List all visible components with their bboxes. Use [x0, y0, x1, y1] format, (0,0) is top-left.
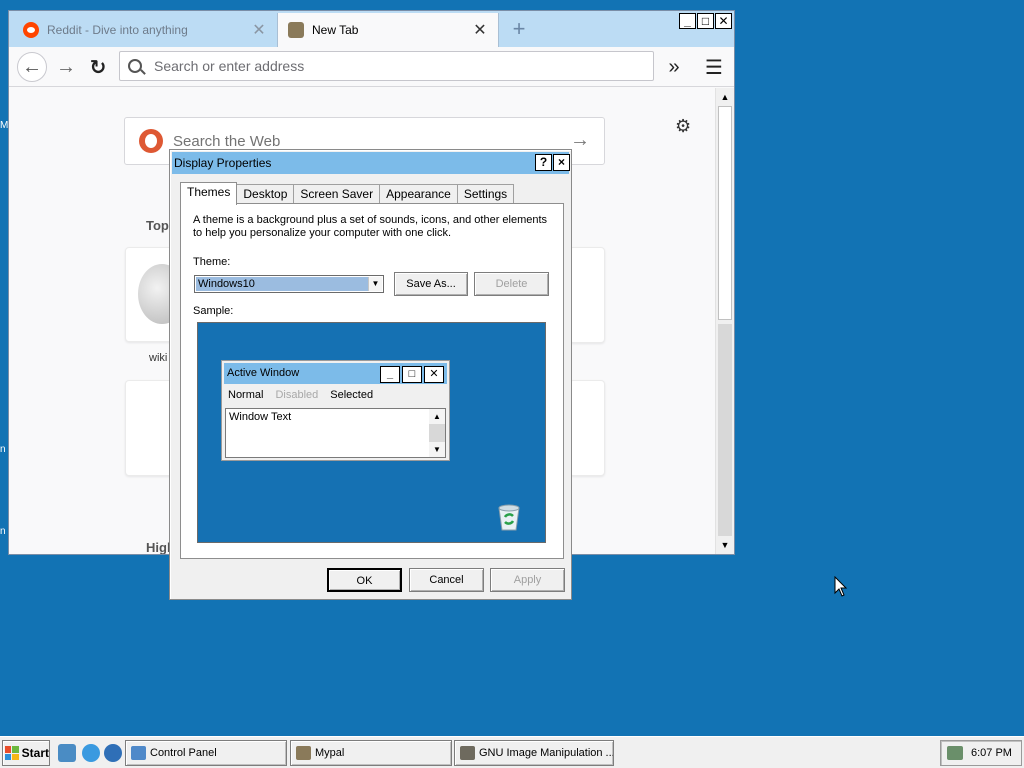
theme-sample-preview: Active Window _ □ ✕ Normal Disabled Sele…: [197, 322, 546, 543]
clock[interactable]: 6:07 PM: [971, 747, 1012, 759]
delete-button[interactable]: Delete: [474, 272, 549, 296]
navigation-bar: ← → ↻ Search or enter address » ☰: [9, 47, 734, 87]
close-icon[interactable]: ✕: [715, 13, 732, 29]
dialog-title: Display Properties: [174, 156, 272, 170]
scroll-thumb[interactable]: [718, 106, 732, 320]
newtab-icon: [288, 22, 304, 38]
window-controls: _ □ ✕: [678, 13, 732, 29]
reload-button[interactable]: ↻: [83, 52, 113, 82]
address-bar[interactable]: Search or enter address: [119, 51, 654, 81]
mypal-icon: [296, 746, 311, 760]
tab-new-tab[interactable]: New Tab ✕: [277, 13, 499, 47]
taskbar-item-gimp[interactable]: GNU Image Manipulation ...: [454, 740, 614, 766]
help-button[interactable]: ?: [535, 154, 552, 171]
show-desktop-icon[interactable]: [58, 744, 76, 762]
system-tray: 6:07 PM: [940, 740, 1022, 766]
desktop-icon-fragment: M: [0, 120, 9, 131]
scroll-down-icon: ▼: [429, 442, 445, 457]
minimize-icon[interactable]: _: [679, 13, 696, 29]
desktop-icon-fragment: n: [0, 444, 6, 455]
gear-icon[interactable]: ⚙: [675, 116, 691, 137]
tab-themes[interactable]: Themes: [180, 182, 238, 205]
dialog-title-bar[interactable]: Display Properties ? ×: [172, 152, 570, 174]
apply-button[interactable]: Apply: [490, 568, 565, 592]
save-as-button[interactable]: Save As...: [394, 272, 468, 296]
ok-button[interactable]: OK: [327, 568, 402, 592]
taskbar-item-mypal[interactable]: Mypal: [290, 740, 452, 766]
sample-window: Active Window _ □ ✕ Normal Disabled Sele…: [221, 360, 450, 461]
windows-logo-icon: [5, 746, 19, 760]
desktop-icon-fragment: n: [0, 526, 6, 537]
tab-label: Reddit - Dive into anything: [47, 23, 188, 37]
back-button[interactable]: ←: [17, 52, 47, 82]
task-label: Control Panel: [150, 747, 217, 759]
maximize-icon: □: [402, 366, 422, 383]
taskbar: Start Control Panel Mypal GNU Image Mani…: [0, 736, 1024, 768]
theme-select-value: Windows10: [196, 277, 368, 291]
close-button[interactable]: ×: [553, 154, 570, 171]
scroll-up-icon: ▲: [429, 409, 445, 424]
display-properties-dialog: Display Properties ? × Themes Desktop Sc…: [169, 149, 572, 600]
sample-menu-disabled: Disabled: [275, 389, 319, 401]
sample-label: Sample:: [193, 305, 234, 317]
sample-menu-bar: Normal Disabled Selected: [228, 389, 373, 401]
tab-strip: Reddit - Dive into anything ✕ New Tab ✕ …: [9, 11, 734, 47]
cancel-button[interactable]: Cancel: [409, 568, 484, 592]
top-site-tile[interactable]: [569, 380, 605, 476]
scroll-up-icon[interactable]: ▲: [718, 90, 732, 104]
start-button[interactable]: Start: [2, 740, 50, 766]
tab-label: New Tab: [312, 23, 359, 37]
sample-window-title-text: Active Window: [227, 367, 300, 379]
close-tab-icon[interactable]: ✕: [251, 20, 267, 40]
close-tab-icon[interactable]: ✕: [472, 20, 488, 40]
recycle-bin-icon: [496, 503, 522, 531]
theme-label: Theme:: [193, 256, 231, 268]
sample-window-text: Window Text: [229, 411, 292, 423]
sample-window-text-area: Window Text ▲ ▼: [225, 408, 446, 458]
gimp-icon: [460, 746, 475, 760]
scroll-track[interactable]: [718, 324, 732, 536]
start-label: Start: [21, 746, 49, 760]
top-sites-heading: Top: [146, 218, 169, 233]
minimize-icon: _: [380, 366, 400, 383]
address-placeholder: Search or enter address: [154, 58, 305, 74]
themes-panel: A theme is a background plus a set of so…: [180, 203, 564, 559]
internet-explorer-icon[interactable]: [82, 744, 100, 762]
taskbar-item-control-panel[interactable]: Control Panel: [125, 740, 287, 766]
tab-desktop[interactable]: Desktop: [236, 184, 295, 204]
search-icon: [128, 59, 142, 73]
tab-screen-saver[interactable]: Screen Saver: [293, 184, 381, 204]
scroll-down-icon[interactable]: ▼: [718, 538, 732, 552]
web-search-placeholder: Search the Web: [173, 132, 281, 150]
page-scrollbar[interactable]: ▲ ▼: [715, 88, 734, 554]
hamburger-menu-button[interactable]: ☰: [699, 52, 729, 82]
sample-menu-normal: Normal: [228, 389, 264, 401]
control-panel-icon: [131, 746, 146, 760]
task-label: GNU Image Manipulation ...: [479, 747, 614, 759]
search-submit-icon[interactable]: →: [570, 129, 590, 152]
sample-menu-selected: Selected: [330, 389, 374, 401]
reddit-icon: [23, 22, 39, 38]
maximize-icon[interactable]: □: [697, 13, 714, 29]
theme-select[interactable]: Windows10 ▼: [194, 275, 384, 293]
forward-button[interactable]: →: [51, 52, 81, 82]
dialog-tabs: Themes Desktop Screen Saver Appearance S…: [180, 182, 515, 205]
mouse-cursor-icon: [834, 575, 848, 601]
top-site-tile[interactable]: [569, 247, 605, 343]
close-icon: ✕: [424, 366, 444, 383]
themes-description: A theme is a background plus a set of so…: [193, 214, 548, 239]
task-label: Mypal: [315, 747, 345, 759]
network-icon[interactable]: [947, 746, 963, 760]
media-player-icon[interactable]: [104, 744, 122, 762]
sample-scrollbar: ▲ ▼: [429, 409, 445, 457]
tab-reddit[interactable]: Reddit - Dive into anything ✕: [13, 13, 277, 47]
overflow-menu-button[interactable]: »: [659, 52, 689, 82]
top-site-label: wiki: [149, 352, 168, 364]
chevron-down-icon[interactable]: ▼: [368, 277, 382, 291]
duckduckgo-icon: [139, 129, 163, 153]
sample-window-title: Active Window _ □ ✕: [224, 363, 447, 384]
tab-appearance[interactable]: Appearance: [379, 184, 458, 204]
tab-settings[interactable]: Settings: [456, 184, 515, 204]
new-tab-button[interactable]: +: [509, 17, 529, 41]
